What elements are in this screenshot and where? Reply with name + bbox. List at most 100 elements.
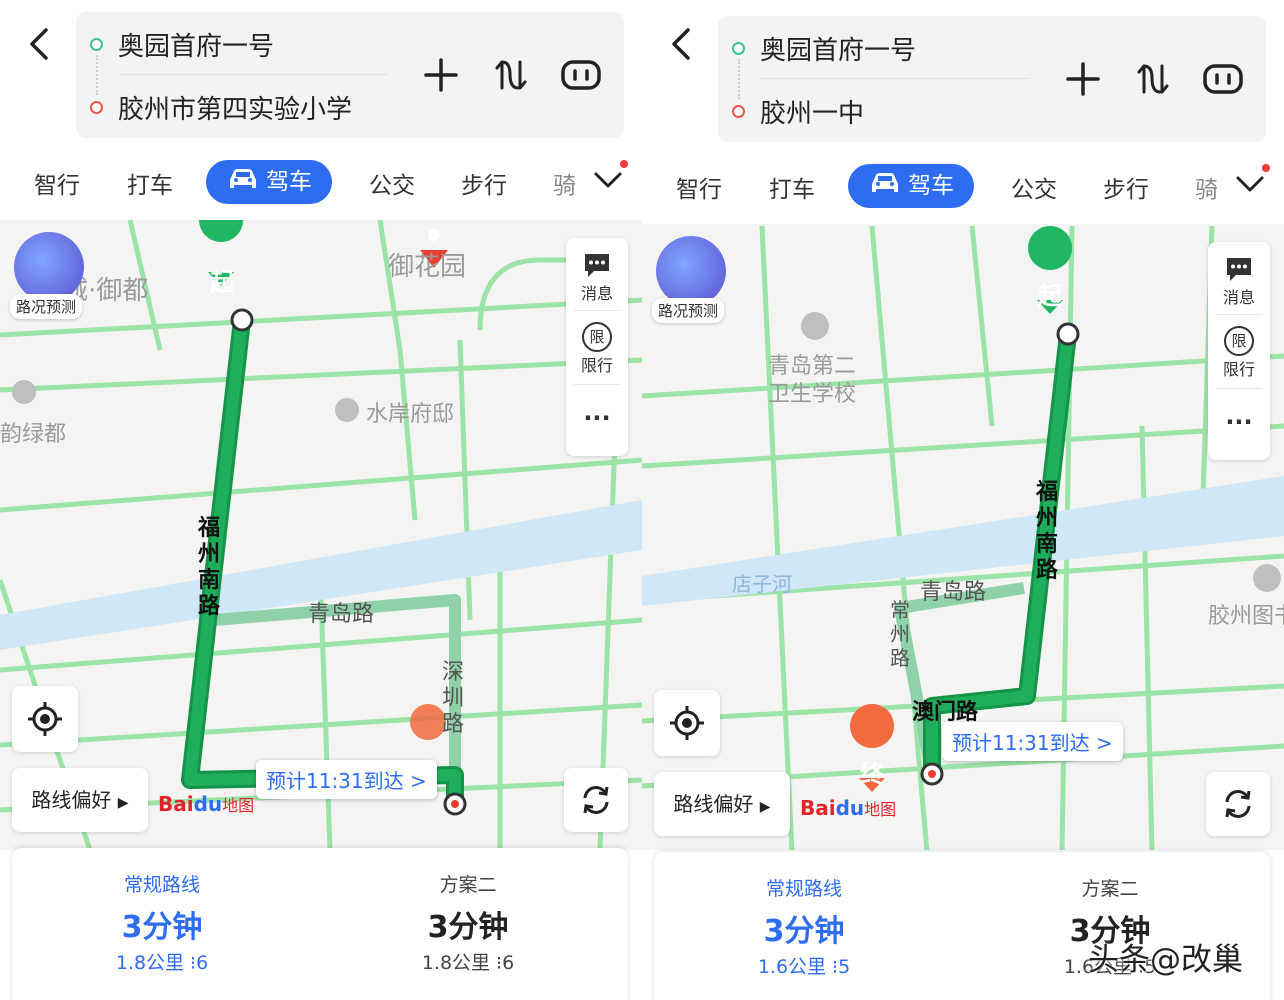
route-duration: 3分钟 bbox=[763, 914, 845, 949]
limit-icon: 限 bbox=[1224, 326, 1254, 356]
tab-drive[interactable]: 驾车 bbox=[206, 160, 332, 204]
refresh-button[interactable] bbox=[564, 768, 628, 832]
more-button[interactable]: ··· bbox=[566, 404, 628, 432]
refresh-icon bbox=[583, 786, 609, 814]
destination-dot-icon bbox=[90, 101, 103, 114]
start-marker-label: 起 bbox=[210, 268, 234, 296]
baidu-map-logo: Baidu地图 bbox=[800, 796, 896, 820]
route-stats: 1.8公里 ⁝6 bbox=[318, 948, 618, 975]
tab-taxi[interactable]: 打车 bbox=[769, 170, 815, 204]
destination-field[interactable]: 胶州市第四实验小学 bbox=[118, 89, 352, 126]
tab-walk[interactable]: 步行 bbox=[461, 166, 507, 200]
message-icon bbox=[1227, 258, 1251, 281]
route-preference-button[interactable]: 路线偏好 ▶ bbox=[12, 768, 148, 832]
chevron-down-icon[interactable] bbox=[1234, 172, 1266, 196]
notification-dot bbox=[1262, 164, 1270, 172]
tab-smart[interactable]: 智行 bbox=[34, 166, 80, 200]
limit-label: 限行 bbox=[580, 356, 613, 375]
traffic-limit-button[interactable]: 限 限行 bbox=[1208, 326, 1270, 380]
route-option-card[interactable]: 常规路线 3分钟 1.8公里 ⁝6 bbox=[12, 848, 312, 998]
map-tools: 消息 限 限行 ··· bbox=[1208, 242, 1270, 460]
poi-icon bbox=[335, 398, 359, 422]
route-connector bbox=[738, 59, 740, 99]
locate-button[interactable] bbox=[654, 690, 720, 756]
route-preference-button[interactable]: 路线偏好 ▶ bbox=[654, 772, 790, 836]
destination-dot-icon bbox=[732, 105, 745, 118]
baidu-map-logo: Baidu地图 bbox=[158, 792, 254, 816]
locate-icon bbox=[28, 702, 62, 736]
poi-icon bbox=[1253, 564, 1281, 592]
caret-right-icon: ▶ bbox=[117, 795, 129, 811]
traffic-forecast-label: 路况预测 bbox=[652, 298, 725, 323]
field-divider bbox=[118, 74, 388, 75]
traffic-limit-button[interactable]: 限 限行 bbox=[566, 322, 628, 376]
travel-mode-tabs: 智行 打车 驾车 公交 步行 骑 bbox=[642, 164, 1284, 214]
tab-ride[interactable]: 骑 bbox=[1195, 170, 1217, 204]
back-arrow-icon[interactable] bbox=[664, 24, 700, 64]
destination-field[interactable]: 胶州一中 bbox=[760, 93, 864, 130]
swap-icon[interactable] bbox=[1132, 58, 1174, 100]
brand-bai: Bai bbox=[158, 792, 194, 816]
poi-icon bbox=[12, 380, 36, 404]
traffic-light-count: 6 bbox=[502, 952, 515, 974]
top-bar: 奥园首府一号 胶州一中 智行 打车 驾车 公交 步行 骑 bbox=[642, 0, 1284, 220]
route-connector bbox=[96, 55, 98, 95]
road-label: 青岛路 bbox=[308, 602, 375, 627]
robot-assistant-icon[interactable] bbox=[560, 54, 602, 96]
refresh-button[interactable] bbox=[1206, 772, 1270, 836]
origin-field[interactable]: 奥园首府一号 bbox=[118, 26, 274, 63]
brand-du: du bbox=[835, 796, 865, 820]
add-waypoint-icon[interactable] bbox=[1062, 58, 1104, 100]
field-divider bbox=[760, 78, 1030, 79]
origin-field[interactable]: 奥园首府一号 bbox=[760, 30, 916, 67]
route-distance: 1.8公里 bbox=[115, 952, 185, 974]
messages-button[interactable]: 消息 bbox=[1208, 254, 1270, 308]
tab-drive[interactable]: 驾车 bbox=[848, 164, 974, 208]
map-view[interactable]: 青岛第二 卫生学校 店子河 福州南路 青岛路 常州路 澳门路 胶州图书 起 终 … bbox=[642, 224, 1284, 850]
travel-mode-tabs: 智行 打车 驾车 公交 步行 骑 bbox=[0, 160, 642, 210]
start-marker-label: 起 bbox=[1038, 282, 1062, 310]
start-point bbox=[1056, 322, 1080, 346]
tab-ride[interactable]: 骑 bbox=[553, 166, 575, 200]
end-marker bbox=[410, 704, 447, 740]
tab-walk[interactable]: 步行 bbox=[1103, 170, 1149, 204]
messages-label: 消息 bbox=[580, 284, 613, 303]
swap-icon[interactable] bbox=[490, 54, 532, 96]
map-label: 韵绿都 bbox=[0, 422, 67, 447]
limit-label: 限行 bbox=[1222, 360, 1255, 379]
traffic-light-count: 6 bbox=[196, 952, 209, 974]
origin-dot-icon bbox=[90, 38, 103, 51]
route-name: 常规路线 bbox=[123, 874, 200, 896]
speedometer-icon bbox=[14, 232, 84, 302]
route-panel-left: 奥园首府一号 胶州市第四实验小学 智行 打车 驾车 公交 步行 骑 城·御都 御… bbox=[0, 0, 642, 1000]
refresh-icon bbox=[1225, 790, 1251, 818]
messages-button[interactable]: 消息 bbox=[566, 250, 628, 304]
tab-taxi[interactable]: 打车 bbox=[127, 166, 173, 200]
map-canvas bbox=[0, 220, 642, 850]
robot-assistant-icon[interactable] bbox=[1202, 58, 1244, 100]
chevron-down-icon[interactable] bbox=[592, 168, 624, 192]
route-option-card[interactable]: 常规路线 3分钟 1.6公里 ⁝5 bbox=[654, 852, 954, 1000]
locate-button[interactable] bbox=[12, 686, 78, 752]
map-tools: 消息 限 限行 ··· bbox=[566, 238, 628, 456]
watermark: 头条@改巢 bbox=[1088, 942, 1243, 978]
origin-dot-icon bbox=[732, 42, 745, 55]
notification-dot bbox=[620, 160, 628, 168]
traffic-forecast-button[interactable]: 路况预测 bbox=[10, 232, 90, 324]
route-preference-label: 路线偏好 bbox=[673, 792, 754, 816]
map-view[interactable]: 城·御都 御花园 水岸府邸 韵绿都 福州南路 青岛路 深圳路 起 路况预测 消息… bbox=[0, 220, 642, 850]
route-duration: 3分钟 bbox=[121, 910, 203, 945]
eta-bubble[interactable]: 预计11:31到达 > bbox=[942, 722, 1123, 761]
tab-bus[interactable]: 公交 bbox=[1011, 170, 1057, 204]
more-button[interactable]: ··· bbox=[1208, 408, 1270, 436]
tool-divider bbox=[574, 310, 620, 311]
add-waypoint-icon[interactable] bbox=[420, 54, 462, 96]
tab-smart[interactable]: 智行 bbox=[676, 170, 722, 204]
eta-bubble[interactable]: 预计11:31到达 > bbox=[256, 760, 437, 799]
traffic-forecast-button[interactable]: 路况预测 bbox=[652, 236, 732, 328]
traffic-forecast-label: 路况预测 bbox=[10, 294, 83, 319]
tab-bus[interactable]: 公交 bbox=[369, 166, 415, 200]
back-arrow-icon[interactable] bbox=[22, 24, 58, 64]
route-option-card[interactable]: 方案二 3分钟 1.8公里 ⁝6 bbox=[318, 848, 618, 998]
start-point bbox=[230, 308, 254, 332]
